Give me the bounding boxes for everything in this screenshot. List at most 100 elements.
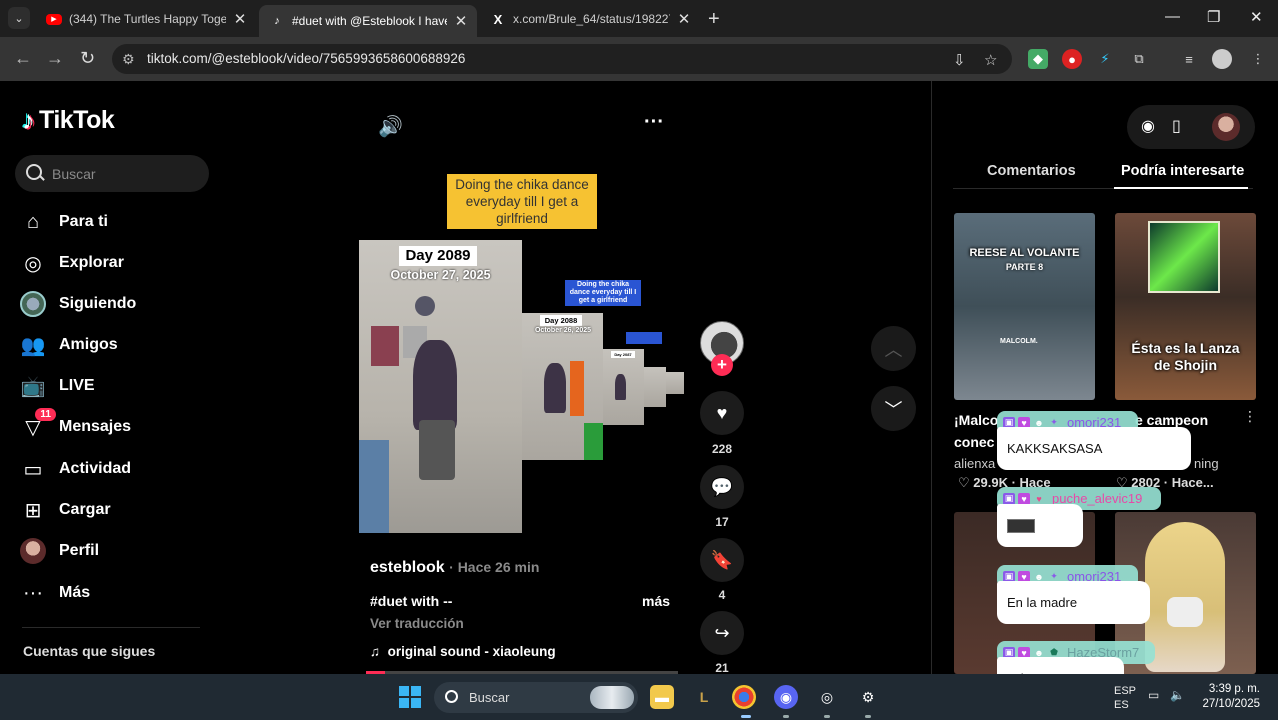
sidebar-item-actividad[interactable]: ▭ Actividad <box>18 454 218 484</box>
sidebar-item-live[interactable]: 📺 LIVE <box>18 371 218 401</box>
system-clock[interactable]: 3:39 p. m. 27/10/2025 <box>1202 682 1260 712</box>
app-running-indicator <box>865 715 871 718</box>
coins-icon[interactable]: ◉ <box>1141 116 1155 136</box>
previous-video-button[interactable]: ︿ <box>871 326 916 371</box>
extension-icon-1[interactable]: ◆ <box>1028 49 1048 69</box>
comment-button[interactable]: 💬 <box>700 465 744 509</box>
address-bar[interactable]: ⚙ tiktok.com/@esteblook/video/7565993658… <box>112 44 1012 74</box>
discord-icon[interactable]: ◉ <box>774 685 798 709</box>
profile-avatar-icon[interactable] <box>1212 49 1232 69</box>
see-translation-link[interactable]: Ver traducción <box>370 616 464 631</box>
network-icon[interactable]: ▭ <box>1148 688 1159 702</box>
sidebar-item-perfil[interactable]: Perfil <box>18 536 218 566</box>
sidebar-item-amigos[interactable]: 👥 Amigos <box>18 330 218 360</box>
steam-icon[interactable]: ⚙ <box>856 685 880 709</box>
tab-search-dropdown[interactable]: ⌄ <box>8 7 30 29</box>
sidebar-item-label: LIVE <box>59 377 95 394</box>
card-author[interactable]: ning <box>1194 456 1219 471</box>
card-author[interactable]: alienxa <box>954 456 995 471</box>
media-controls-icon[interactable]: ≡ <box>1179 49 1199 69</box>
sidebar-item-mensajes[interactable]: ▽ 11 Mensajes <box>18 408 218 442</box>
author-username[interactable]: esteblook <box>370 559 445 576</box>
tab-comments[interactable]: Comentarios <box>987 163 1076 179</box>
browser-tab-tiktok[interactable]: ♪ #duet with @Esteblook I have l ✕ <box>259 5 477 37</box>
forward-arrow-icon[interactable]: → <box>46 48 64 69</box>
video-frame-duet-4 <box>644 367 666 407</box>
league-client-icon[interactable]: L <box>692 685 716 709</box>
like-button[interactable]: ♥ <box>700 391 744 435</box>
search-input[interactable]: Buscar <box>15 155 209 192</box>
sound-name: original sound - xiaoleung <box>387 644 556 659</box>
minimize-icon[interactable]: — <box>1165 8 1180 25</box>
card-title[interactable]: e campeon <box>1135 412 1208 428</box>
install-app-icon[interactable]: ⇩ <box>953 51 966 69</box>
menu-kebab-icon[interactable]: ⋮ <box>1248 49 1268 69</box>
profile-avatar-icon <box>18 538 48 564</box>
sidebar-item-label: Cargar <box>59 501 111 518</box>
extension-icon-3[interactable]: ⚡ <box>1095 49 1115 69</box>
sound-link[interactable]: ♫ original sound - xiaoleung <box>370 644 556 659</box>
close-tab-icon[interactable]: ✕ <box>453 12 469 30</box>
sidebar-item-label: Actividad <box>59 460 132 477</box>
chevron-down-icon: ﹀ <box>884 399 903 420</box>
video-description: #duet with -- <box>370 593 453 609</box>
tab-title: #duet with @Esteblook I have l <box>292 14 447 28</box>
sidebar-item-label: Explorar <box>59 254 124 271</box>
sidebar-item-explorar[interactable]: ◎ Explorar <box>18 248 218 278</box>
chrome-icon[interactable] <box>732 685 756 709</box>
chat-message-body: KAKKSAKSASA <box>997 427 1191 470</box>
close-window-icon[interactable]: ✕ <box>1250 8 1263 26</box>
browser-tab-x[interactable]: X x.com/Brule_64/status/1982271 ✕ <box>480 5 700 33</box>
user-avatar[interactable] <box>1212 113 1240 141</box>
extensions-puzzle-icon[interactable]: ⧉ <box>1129 49 1149 69</box>
language-code: ESP <box>1114 685 1137 697</box>
video-frame-duet-2: Day 2088 October 26, 2025 <box>522 313 603 460</box>
tiktok-icon: ♪ <box>274 15 280 27</box>
card-title-continued[interactable]: conec <box>954 434 994 450</box>
file-explorer-icon[interactable]: ▬ <box>650 685 674 709</box>
url-text[interactable]: tiktok.com/@esteblook/video/756599365860… <box>147 51 465 66</box>
more-options-icon[interactable]: ··· <box>644 111 664 134</box>
card-title[interactable]: ¡Malco <box>954 412 998 428</box>
share-button[interactable]: ↪ <box>700 611 744 655</box>
comment-bubble-icon: 💬 <box>710 476 734 497</box>
back-arrow-icon[interactable]: ← <box>14 48 32 69</box>
tab-suggested[interactable]: Podría interesarte <box>1121 163 1244 179</box>
sidebar-item-siguiendo[interactable]: Siguiendo <box>18 289 218 319</box>
save-button[interactable]: 🔖 <box>700 538 744 582</box>
volume-tray-icon[interactable]: 🔈 <box>1170 688 1185 702</box>
windows-start-icon[interactable] <box>399 686 421 708</box>
sidebar-item-para-ti[interactable]: ⌂ Para ti <box>18 207 218 237</box>
sidebar-item-mas[interactable]: ··· Más <box>18 578 218 608</box>
thumbnail-overlay-text: Ésta es la Lanza de Shojin <box>1131 340 1240 373</box>
active-app-indicator <box>741 715 751 718</box>
language-indicator[interactable]: ESP ES <box>1114 684 1136 712</box>
home-icon: ⌂ <box>26 210 40 233</box>
extension-icon-2[interactable]: ● <box>1062 49 1082 69</box>
close-tab-icon[interactable]: ✕ <box>676 10 692 28</box>
dancing-person-legs <box>419 420 455 480</box>
card-menu-icon[interactable]: ⋮ <box>1243 408 1257 425</box>
next-video-button[interactable]: ﹀ <box>871 386 916 431</box>
mobile-app-icon[interactable]: ▯ <box>1172 116 1181 136</box>
suggested-video-thumbnail-2[interactable]: Ésta es la Lanza de Shojin <box>1115 213 1256 400</box>
more-description-link[interactable]: más <box>642 593 670 609</box>
tiktok-logo[interactable]: ♪ TikTok <box>22 105 115 136</box>
suggested-video-thumbnail-1[interactable]: REESE AL VOLANTE PARTE 8 MALCOLM. <box>954 213 1095 400</box>
restore-icon[interactable]: ❐ <box>1207 8 1220 26</box>
new-tab-icon[interactable]: + <box>708 8 720 31</box>
browser-tab-youtube[interactable]: ▶ (344) The Turtles Happy Togeth ✕ <box>36 5 256 33</box>
site-info-icon[interactable]: ⚙ <box>122 51 135 68</box>
lance-item-icon <box>1148 221 1220 293</box>
follow-plus-button[interactable]: + <box>711 354 733 376</box>
sidebar-item-cargar[interactable]: ⊞ Cargar <box>18 495 218 525</box>
taskbar-search[interactable]: Buscar <box>434 682 638 713</box>
video-frame-duet-3: Day 2087 <box>603 349 644 425</box>
volume-icon[interactable]: 🔊 <box>378 114 403 139</box>
close-tab-icon[interactable]: ✕ <box>232 10 248 28</box>
bookmark-star-icon[interactable]: ☆ <box>984 51 997 69</box>
obs-icon[interactable]: ◎ <box>815 685 839 709</box>
video-frame-main[interactable]: Day 2089 October 27, 2025 <box>359 240 522 533</box>
sidebar-item-label: Perfil <box>59 542 100 559</box>
reload-icon[interactable]: ↻ <box>80 48 95 69</box>
